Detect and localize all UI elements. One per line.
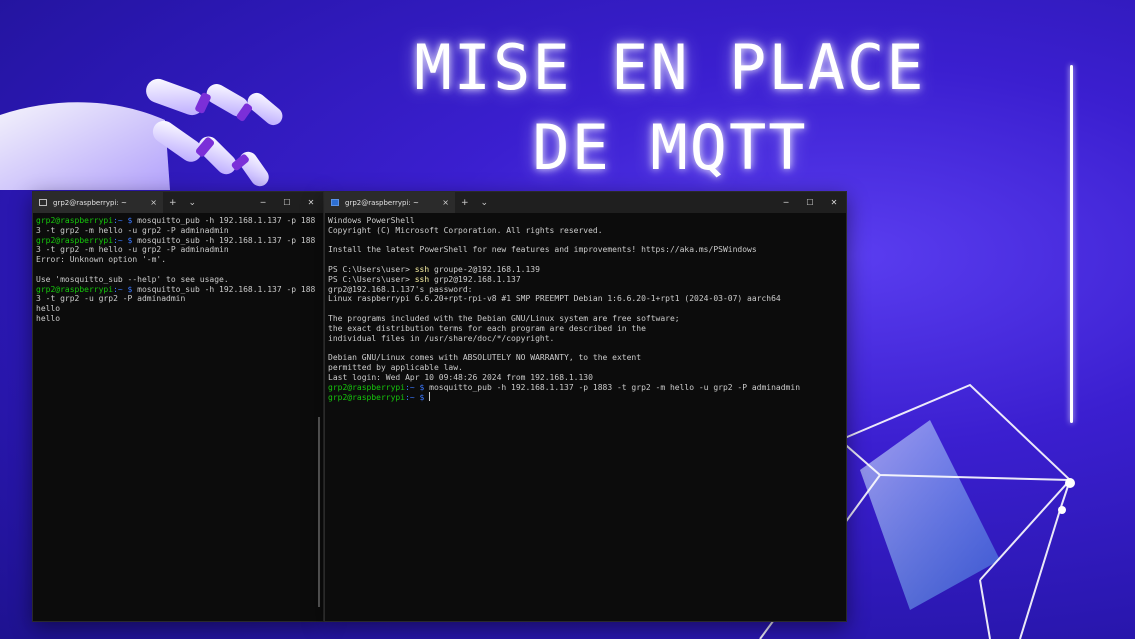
output-text: Use 'mosquitto_sub --help' to see usage. [36, 274, 229, 284]
terminal-line: PS C:\Users\user> ssh groupe-2@192.168.1… [328, 265, 843, 275]
left-terminal-output[interactable]: grp2@raspberrypi:~ $ mosquitto_pub -h 19… [33, 213, 323, 324]
cursor [429, 392, 431, 402]
minimize-button[interactable]: ─ [251, 198, 275, 207]
ps-prompt: PS C:\Users\user> [328, 264, 415, 274]
terminal-line: grp2@192.168.1.137's password: [328, 285, 843, 295]
terminal-line: The programs included with the Debian GN… [328, 314, 843, 324]
left-terminal-titlebar: grp2@raspberrypi: ~ × + ⌄ ─ ☐ ✕ [33, 192, 323, 213]
right-terminal-window: grp2@raspberrypi: ~ × + ⌄ ─ ☐ ✕ Windows … [324, 191, 847, 622]
page-title: MISE EN PLACE DE MQTT [370, 28, 970, 188]
ps-prompt: PS C:\Users\user> [328, 274, 415, 284]
close-button[interactable]: ✕ [822, 198, 846, 207]
powershell-icon [331, 199, 339, 206]
terminal-line: hello [36, 314, 320, 324]
output-text: Debian GNU/Linux comes with ABSOLUTELY N… [328, 353, 642, 363]
terminal-line: grp2@raspberrypi:~ $ mosquitto_pub -h 19… [328, 383, 843, 393]
output-text: hello [36, 304, 61, 314]
minimize-button[interactable]: ─ [774, 198, 798, 207]
prompt-path: :~ $ [405, 382, 425, 392]
terminal-line: Install the latest PowerShell for new fe… [328, 245, 843, 255]
prompt-path: :~ $ [113, 235, 133, 245]
ssh-keyword: ssh [414, 264, 430, 274]
title-line-2: DE MQTT [532, 111, 808, 184]
command-args: grp2@192.168.1.137 [429, 274, 521, 284]
terminal-line: grp2@raspberrypi:~ $ mosquitto_sub -h 19… [36, 285, 320, 305]
right-terminal-titlebar: grp2@raspberrypi: ~ × + ⌄ ─ ☐ ✕ [325, 192, 846, 213]
terminal-line: Use 'mosquitto_sub --help' to see usage. [36, 275, 320, 285]
output-text: permitted by applicable law. [328, 362, 463, 372]
prompt-user: grp2@raspberrypi [36, 216, 114, 225]
terminal-line: hello [36, 304, 320, 314]
command-args: groupe-2@192.168.1.139 [429, 264, 540, 274]
tab-close-icon[interactable]: × [150, 198, 157, 207]
terminal-line: the exact distribution terms for each pr… [328, 324, 843, 334]
maximize-button[interactable]: ☐ [275, 198, 299, 207]
prompt-user: grp2@raspberrypi [328, 382, 406, 392]
terminal-line: Debian GNU/Linux comes with ABSOLUTELY N… [328, 353, 843, 363]
output-text: Error: Unknown option '-m'. [36, 255, 167, 265]
tab-title: grp2@raspberrypi: ~ [345, 198, 419, 207]
left-terminal-window: grp2@raspberrypi: ~ × + ⌄ ─ ☐ ✕ grp2@ras… [32, 191, 324, 622]
command-text: mosquitto_pub -h 192.168.1.137 -p 1883 -… [424, 382, 801, 392]
robot-hand-decoration [0, 78, 283, 190]
output-text: Last login: Wed Apr 10 09:48:26 2024 fro… [328, 372, 593, 382]
prompt-path: :~ $ [113, 216, 133, 225]
terminal-line: Copyright (C) Microsoft Corporation. All… [328, 226, 843, 236]
new-tab-button[interactable]: + [163, 198, 183, 208]
prompt-user: grp2@raspberrypi [36, 284, 114, 294]
prompt-user: grp2@raspberrypi [36, 235, 114, 245]
close-button[interactable]: ✕ [299, 198, 323, 207]
terminal-line: PS C:\Users\user> ssh grp2@192.168.1.137 [328, 275, 843, 285]
terminal-line: grp2@raspberrypi:~ $ mosquitto_sub -h 19… [36, 236, 320, 256]
prompt-user: grp2@raspberrypi [328, 393, 406, 403]
terminal-line: Windows PowerShell [328, 216, 843, 226]
vertical-glow-line [1070, 65, 1073, 423]
terminal-icon [39, 199, 47, 206]
chevron-down-icon[interactable]: ⌄ [475, 198, 495, 208]
right-terminal-tab[interactable]: grp2@raspberrypi: ~ × [325, 192, 455, 213]
terminal-line: permitted by applicable law. [328, 363, 843, 373]
terminal-line: Last login: Wed Apr 10 09:48:26 2024 fro… [328, 373, 843, 383]
output-text: individual files in /usr/share/doc/*/cop… [328, 333, 555, 343]
output-text: hello [36, 313, 61, 323]
output-text: Copyright (C) Microsoft Corporation. All… [328, 225, 603, 235]
output-text: grp2@192.168.1.137's password: [328, 284, 473, 294]
output-text: Linux raspberrypi 6.6.20+rpt-rpi-v8 #1 S… [328, 294, 781, 304]
terminal-line: Linux raspberrypi 6.6.20+rpt-rpi-v8 #1 S… [328, 294, 843, 304]
prompt-path: :~ $ [405, 393, 425, 403]
new-tab-button[interactable]: + [455, 198, 475, 208]
chevron-down-icon[interactable]: ⌄ [183, 198, 203, 208]
output-text: The programs included with the Debian GN… [328, 313, 680, 323]
ssh-keyword: ssh [414, 274, 430, 284]
maximize-button[interactable]: ☐ [798, 198, 822, 207]
terminal-line: grp2@raspberrypi:~ $ [328, 392, 843, 403]
output-text: Windows PowerShell [328, 216, 415, 225]
output-text: Install the latest PowerShell for new fe… [328, 245, 757, 255]
terminal-line: individual files in /usr/share/doc/*/cop… [328, 334, 843, 344]
left-terminal-tab[interactable]: grp2@raspberrypi: ~ × [33, 192, 163, 213]
prompt-path: :~ $ [113, 284, 133, 294]
right-terminal-output[interactable]: Windows PowerShell Copyright (C) Microsof… [325, 213, 846, 403]
title-line-1: MISE EN PLACE [414, 31, 926, 104]
output-text: the exact distribution terms for each pr… [328, 323, 646, 333]
tab-close-icon[interactable]: × [442, 198, 449, 207]
scrollbar[interactable] [318, 417, 320, 607]
tab-title: grp2@raspberrypi: ~ [53, 198, 127, 207]
terminal-line: Error: Unknown option '-m'. [36, 255, 320, 265]
terminal-line: grp2@raspberrypi:~ $ mosquitto_pub -h 19… [36, 216, 320, 236]
